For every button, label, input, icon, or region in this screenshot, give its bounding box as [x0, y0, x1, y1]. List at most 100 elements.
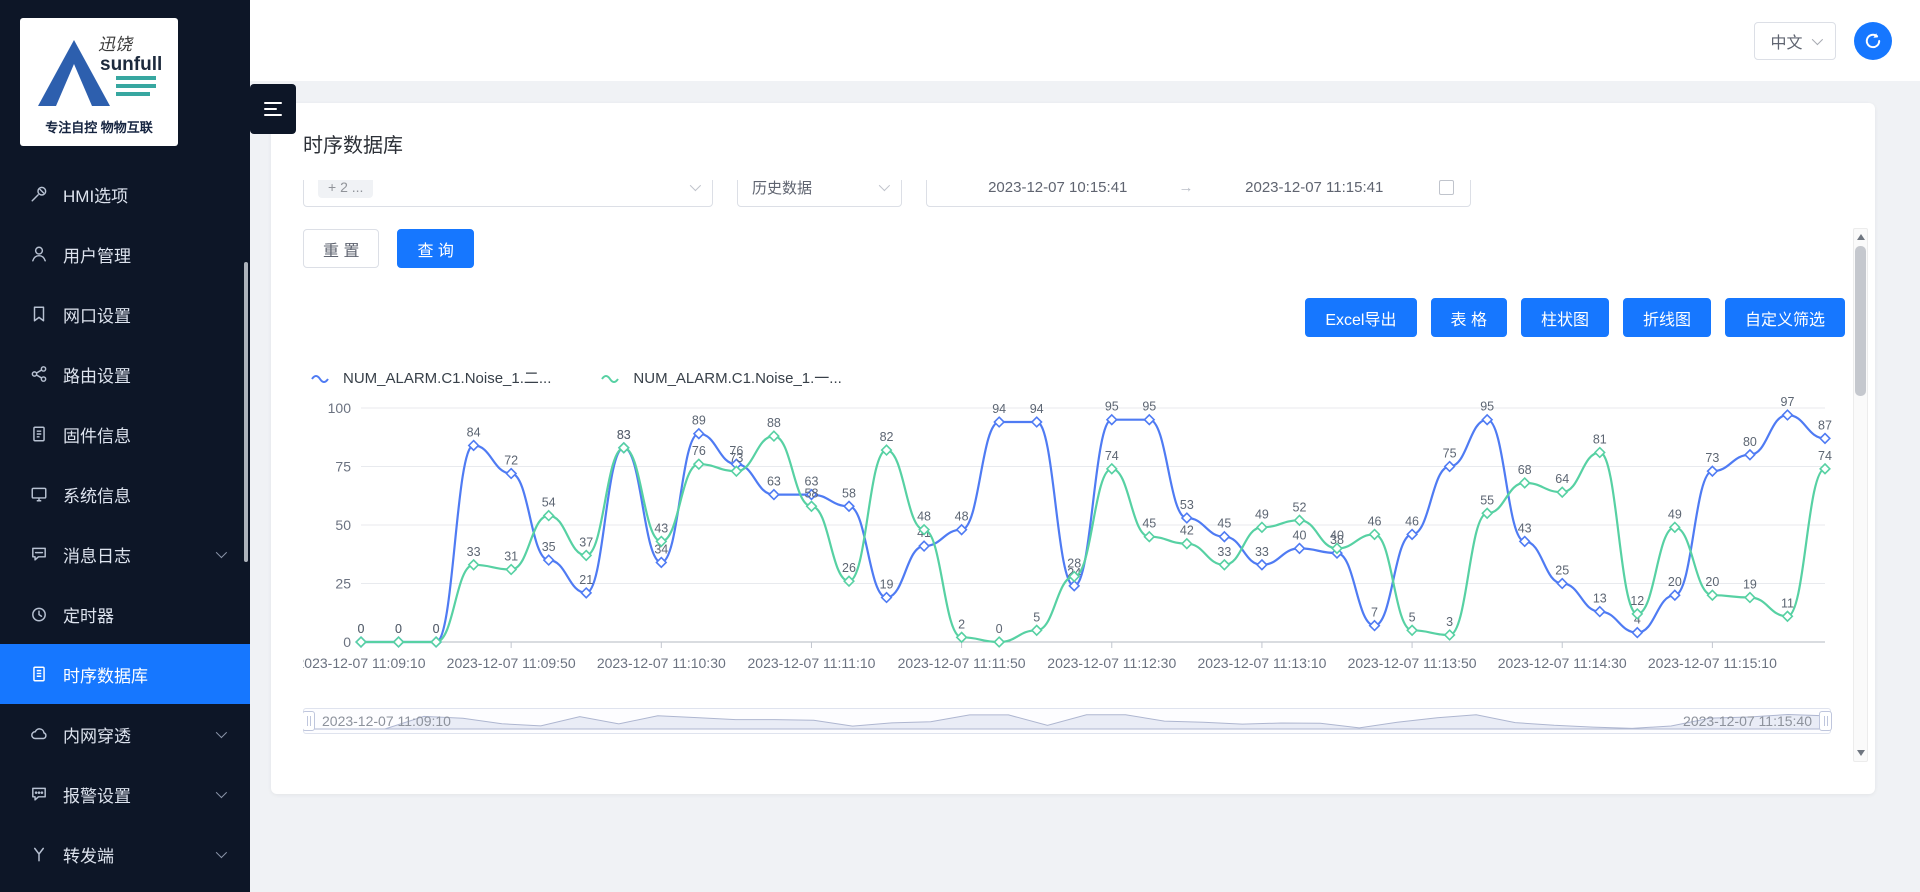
language-value: 中文	[1770, 29, 1802, 53]
chevron-down-icon	[216, 787, 227, 798]
query-button[interactable]: 查 询	[397, 229, 473, 268]
svg-text:48: 48	[917, 510, 931, 524]
svg-text:74: 74	[1105, 449, 1119, 463]
svg-text:31: 31	[504, 550, 518, 564]
svg-text:40: 40	[1293, 528, 1307, 542]
scroll-up-arrow[interactable]	[1854, 230, 1867, 244]
sidebar-item-firmware-info[interactable]: 固件信息	[0, 404, 250, 464]
sidebar-item-label: 固件信息	[63, 422, 131, 447]
sidebar-collapse-button[interactable]	[250, 84, 296, 134]
page-title: 时序数据库	[303, 129, 1845, 158]
range-arrow-icon: →	[1173, 180, 1200, 196]
chevron-down-icon	[216, 547, 227, 558]
svg-text:81: 81	[1593, 433, 1607, 447]
database-icon	[30, 665, 48, 683]
filter-row: + 2 ... 历史数据 2023-12-07 10:15:41 → 2023-…	[303, 180, 1845, 207]
sidebar-item-network-port[interactable]: 网口设置	[0, 284, 250, 344]
sidebar-item-forwarding[interactable]: 转发端	[0, 824, 250, 884]
svg-text:83: 83	[617, 428, 631, 442]
company-logo: 迅饶 sunfull 专注自控 物物互联	[20, 18, 178, 146]
scroll-down-arrow[interactable]	[1854, 746, 1867, 760]
svg-text:7: 7	[1371, 606, 1378, 620]
datazoom-end-label: 2023-12-07 11:15:40	[1683, 709, 1812, 733]
sidebar-item-label: 网口设置	[63, 302, 131, 327]
sidebar: 迅饶 sunfull 专注自控 物物互联 HMI选项 用户管理 网口设	[0, 0, 250, 892]
chevron-down-icon	[1811, 33, 1822, 44]
svg-text:0: 0	[395, 622, 402, 636]
sidebar-item-intranet-penetration[interactable]: 内网穿透	[0, 704, 250, 764]
reset-button[interactable]: 重 置	[303, 229, 379, 268]
legend-item-series-1[interactable]: NUM_ALARM.C1.Noise_1.二...	[311, 367, 551, 388]
chevron-down-icon	[216, 727, 227, 738]
svg-text:20: 20	[1705, 575, 1719, 589]
sidebar-item-hmi-options[interactable]: HMI选项	[0, 164, 250, 224]
svg-text:94: 94	[1030, 402, 1044, 416]
sidebar-item-message-log[interactable]: 消息日志	[0, 524, 250, 584]
svg-text:58: 58	[805, 486, 819, 500]
datazoom-left-handle[interactable]	[303, 711, 315, 731]
svg-text:0: 0	[433, 622, 440, 636]
svg-text:75: 75	[335, 459, 351, 475]
datazoom-right-handle[interactable]	[1819, 711, 1832, 731]
svg-text:3: 3	[1446, 615, 1453, 629]
scrollbar-thumb[interactable]	[1855, 246, 1866, 396]
bar-chart-button[interactable]: 柱状图	[1521, 298, 1609, 337]
datazoom-start-label: 2023-12-07 11:09:10	[322, 709, 451, 733]
svg-text:33: 33	[1255, 545, 1269, 559]
svg-text:73: 73	[729, 451, 743, 465]
svg-text:13: 13	[1593, 592, 1607, 606]
svg-text:43: 43	[654, 521, 668, 535]
svg-text:2023-12-07 11:11:50: 2023-12-07 11:11:50	[898, 655, 1026, 671]
line-swatch-icon	[601, 372, 625, 384]
svg-text:97: 97	[1781, 395, 1795, 409]
card-scroll-region: + 2 ... 历史数据 2023-12-07 10:15:41 → 2023-…	[303, 180, 1845, 780]
svg-text:95: 95	[1142, 400, 1156, 414]
svg-text:33: 33	[467, 545, 481, 559]
main-area: 中文 时序数据库	[250, 0, 1920, 892]
svg-text:87: 87	[1818, 418, 1832, 432]
datazoom-wave	[304, 709, 1830, 733]
legend-item-series-2[interactable]: NUM_ALARM.C1.Noise_1.一...	[601, 367, 841, 388]
date-range-picker[interactable]: 2023-12-07 10:15:41 → 2023-12-07 11:15:4…	[926, 180, 1471, 207]
brand-cn: 迅饶	[98, 35, 134, 54]
svg-text:2023-12-07 11:09:10: 2023-12-07 11:09:10	[303, 655, 426, 671]
data-type-select[interactable]: 历史数据	[737, 180, 902, 207]
svg-text:50: 50	[335, 517, 351, 533]
refresh-button[interactable]	[1854, 22, 1892, 60]
sidebar-menu: HMI选项 用户管理 网口设置 路由设置 固件信息 系统信息	[0, 164, 250, 884]
sidebar-item-user-management[interactable]: 用户管理	[0, 224, 250, 284]
svg-text:72: 72	[504, 454, 518, 468]
svg-text:48: 48	[955, 510, 969, 524]
svg-text:28: 28	[1067, 557, 1081, 571]
language-select[interactable]: 中文	[1754, 22, 1836, 60]
legend-label: NUM_ALARM.C1.Noise_1.一...	[633, 367, 841, 388]
sidebar-item-alarm-settings[interactable]: 报警设置	[0, 764, 250, 824]
svg-text:2: 2	[958, 617, 965, 631]
line-chart-button[interactable]: 折线图	[1623, 298, 1711, 337]
svg-text:35: 35	[542, 540, 556, 554]
svg-text:53: 53	[1180, 498, 1194, 512]
line-chart: 02550751002023-12-07 11:09:102023-12-07 …	[303, 392, 1845, 698]
sidebar-item-timer[interactable]: 定时器	[0, 584, 250, 644]
svg-text:19: 19	[880, 578, 894, 592]
table-view-button[interactable]: 表 格	[1431, 298, 1507, 337]
svg-text:49: 49	[1255, 507, 1269, 521]
svg-text:0: 0	[358, 622, 365, 636]
svg-text:2023-12-07 11:12:30: 2023-12-07 11:12:30	[1047, 655, 1176, 671]
card-vertical-scrollbar[interactable]	[1853, 228, 1868, 762]
sidebar-scrollbar[interactable]	[244, 262, 248, 562]
tag-select[interactable]: + 2 ...	[303, 180, 713, 207]
sidebar-item-timeseries-database[interactable]: 时序数据库	[0, 644, 250, 704]
svg-text:25: 25	[335, 576, 351, 592]
datazoom-slider[interactable]: 2023-12-07 11:09:10 2023-12-07 11:15:40	[303, 708, 1831, 734]
excel-export-button[interactable]: Excel导出	[1305, 298, 1416, 337]
sidebar-item-routing[interactable]: 路由设置	[0, 344, 250, 404]
chevron-down-icon	[216, 847, 227, 858]
firmware-icon	[30, 425, 48, 443]
content-area: 时序数据库 + 2 ... 历史数据 2023-12-07 10:15:41	[250, 81, 1920, 892]
sidebar-item-system-info[interactable]: 系统信息	[0, 464, 250, 524]
svg-text:25: 25	[1555, 564, 1569, 578]
custom-filter-button[interactable]: 自定义筛选	[1725, 298, 1845, 337]
data-type-value: 历史数据	[752, 180, 812, 198]
sidebar-item-label: HMI选项	[63, 182, 128, 207]
